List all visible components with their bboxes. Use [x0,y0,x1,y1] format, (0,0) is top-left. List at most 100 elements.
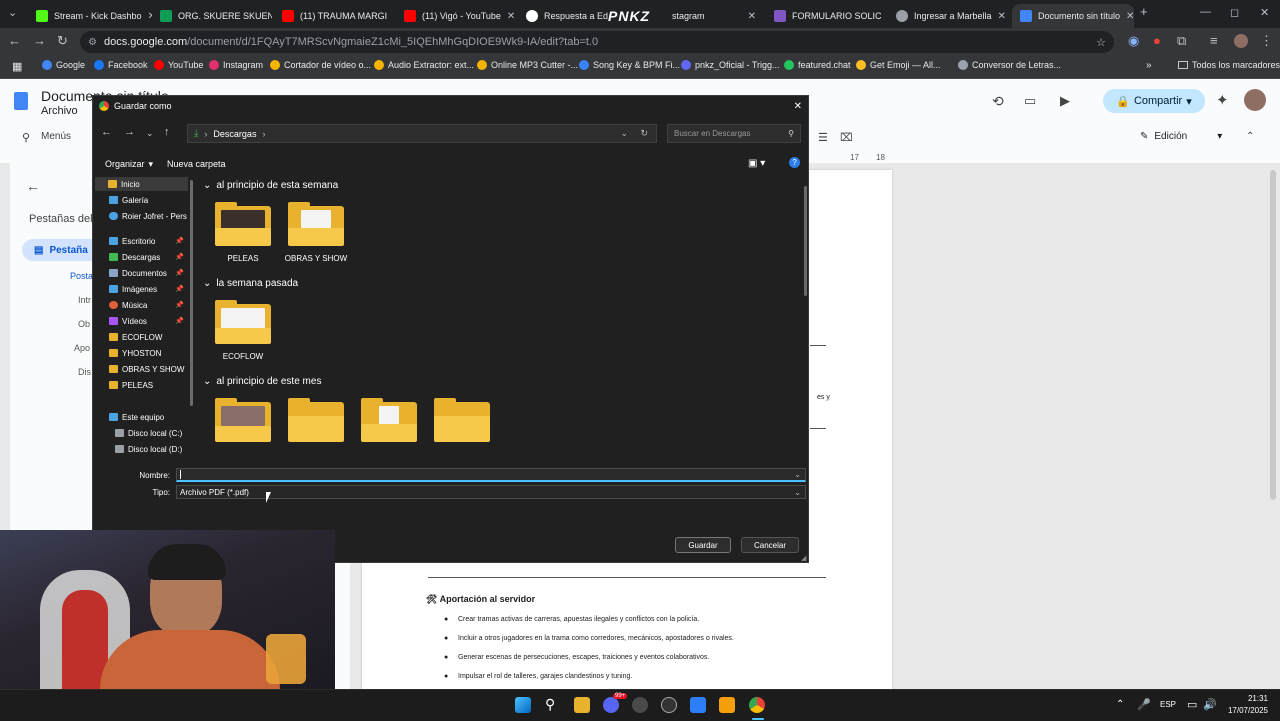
bookmark-video-cutter[interactable]: Cortador de vídeo o... [270,60,371,70]
menus-search[interactable]: Menús [41,131,71,142]
pin-icon[interactable]: 📌 [175,301,184,309]
outline-item[interactable]: Dis [78,367,91,377]
notes-icon[interactable] [690,697,706,713]
browser-tab-6[interactable]: stagram✕ [664,4,764,28]
forward-icon[interactable]: → [33,33,46,48]
close-tab-icon[interactable]: ✕ [1126,11,1134,22]
nav-descargas[interactable]: Descargas [109,250,160,264]
bookmark-featured-chat[interactable]: featured.chat [784,60,851,70]
extension-icon[interactable]: ● [1153,33,1161,48]
pin-icon[interactable]: 📌 [175,317,184,325]
media-icon[interactable]: ≡ [1210,33,1218,48]
start-windows-icon[interactable] [515,697,531,713]
menu-archivo[interactable]: Archivo [41,105,78,117]
nav-yhoston[interactable]: YHOSTON [109,346,161,360]
reload-icon[interactable]: ↻ [57,33,68,49]
outline-item[interactable]: Apo [74,343,90,353]
browser-tab-active[interactable]: Documento sin título✕ [1012,4,1134,28]
nav-imagenes[interactable]: Imágenes [109,282,157,296]
address-dropdown-icon[interactable]: ⌄ [620,128,628,139]
nav-ecoflow[interactable]: ECOFLOW [109,330,162,344]
browser-tab-8[interactable]: Ingresar a Marbella✕ [888,4,1010,28]
help-icon[interactable]: ? [789,157,800,168]
browser-tab-2[interactable]: ORG. SKUERE SKUEN✕ [152,4,272,28]
bookmark-song-key[interactable]: Song Key & BPM Fi... [579,60,680,70]
outline-item[interactable]: Ob [78,319,90,329]
search-menus-icon[interactable]: ⚲ [22,131,30,144]
nav-documentos[interactable]: Documentos [109,266,167,280]
nav-inicio[interactable]: Inicio [95,177,188,191]
nav-up-icon[interactable]: ↑ [164,126,170,138]
pin-icon[interactable]: 📌 [175,253,184,261]
organize-button[interactable]: Organizar▾ [105,159,153,170]
bookmark-facebook[interactable]: Facebook [94,60,148,70]
close-tab-icon[interactable]: ✕ [998,11,1006,22]
pin-icon[interactable]: 📌 [175,237,184,245]
share-button[interactable]: 🔒Compartir▾ [1103,89,1205,113]
meet-icon[interactable]: ▶ [1060,93,1070,109]
browser-tab-1[interactable]: Stream - Kick Dashbo✕ [28,4,152,28]
nav-escritorio[interactable]: Escritorio [109,234,155,248]
clock-time[interactable]: 21:31 [1226,694,1268,703]
chevron-down-icon[interactable]: ⌄ [794,470,801,479]
clear-format-icon[interactable]: ⌧ [840,131,853,144]
gemini-icon[interactable]: ✦ [1216,91,1229,109]
format-icon[interactable]: ☰ [818,131,828,144]
address-breadcrumb[interactable]: ⤓ › Descargas › ⌄ ↻ [187,124,657,143]
group-header[interactable]: ⌄al principio de esta semana [203,180,338,191]
bookmark-youtube[interactable]: YouTube [154,60,203,70]
nav-galeria[interactable]: Galería [109,193,148,207]
bookmark-mp3-cutter[interactable]: Online MP3 Cutter -... [477,60,578,70]
back-icon[interactable]: ← [8,33,21,48]
app-icon[interactable] [719,697,735,713]
extensions-puzzle-icon[interactable]: ⧉ [1177,33,1186,49]
extension-icon[interactable]: ◉ [1128,33,1139,49]
nav-disco-d[interactable]: Disco local (D:) [115,442,182,456]
back-arrow-icon[interactable]: ← [26,178,40,194]
clock-date[interactable]: 17/07/2025 [1222,706,1268,715]
search-box[interactable]: Buscar en Descargas ⚲ [667,124,801,143]
nav-forward-icon[interactable]: → [124,126,135,138]
microphone-icon[interactable]: 🎤 [1137,698,1151,711]
new-tab-button[interactable]: + [1140,4,1148,19]
browser-tab-7[interactable]: FORMULARIO SOLIC✕ [766,4,888,28]
bookmark-get-emoji[interactable]: Get Emoji — All... [856,60,941,70]
volume-icon[interactable]: 🔊 [1203,698,1217,711]
bookmark-pnkz-oficial[interactable]: pnkz_Oficial - Trigg... [681,60,780,70]
outline-item[interactable]: Intr [78,295,91,305]
version-history-icon[interactable]: ⟲ [992,93,1004,110]
network-icon[interactable]: ▭ [1187,698,1197,711]
nav-este-equipo[interactable]: Este equipo [109,410,164,424]
more-bookmarks-icon[interactable]: » [1146,60,1152,71]
nav-back-icon[interactable]: ← [101,126,112,138]
obs-icon[interactable] [661,697,677,713]
language-indicator[interactable]: ESP [1160,700,1176,709]
collapse-menus-icon[interactable]: ⌃ [1246,131,1254,142]
bookmark-instagram[interactable]: Instagram [209,60,263,70]
apps-grid-icon[interactable]: ▦ [12,60,22,73]
group-header[interactable]: ⌄al principio de este mes [203,376,321,387]
file-explorer-icon[interactable] [574,697,590,713]
breadcrumb-descargas[interactable]: Descargas [213,129,256,139]
profile-avatar[interactable] [1234,34,1248,48]
close-tab-icon[interactable]: ✕ [748,11,756,22]
browser-tab-4[interactable]: (11) Vigó - YouTube✕ [396,4,516,28]
nav-scrollbar[interactable] [190,180,193,406]
discord-icon[interactable] [603,697,619,713]
edit-mode-dropdown[interactable]: ✎Edición▾ [1140,131,1222,142]
nav-videos[interactable]: Vídeos [109,314,147,328]
minimize-icon[interactable]: — [1200,6,1211,18]
nav-musica[interactable]: Música [109,298,147,312]
restore-icon[interactable]: ◻ [1230,6,1239,19]
chrome-menu-icon[interactable]: ⋮ [1260,33,1273,49]
pin-icon[interactable]: 📌 [175,285,184,293]
dialog-close-icon[interactable]: ✕ [794,101,802,112]
browser-tab-3[interactable]: (11) TRAUMA MARGI✕ [274,4,394,28]
save-button[interactable]: Guardar [675,537,731,553]
app-icon[interactable] [632,697,648,713]
cancel-button[interactable]: Cancelar [741,537,799,553]
all-bookmarks[interactable]: Todos los marcadores [1178,60,1280,70]
bookmark-audio-extractor[interactable]: Audio Extractor: ext... [374,60,474,70]
comments-icon[interactable]: ▭ [1024,93,1036,109]
docs-scrollbar[interactable] [1270,170,1276,500]
